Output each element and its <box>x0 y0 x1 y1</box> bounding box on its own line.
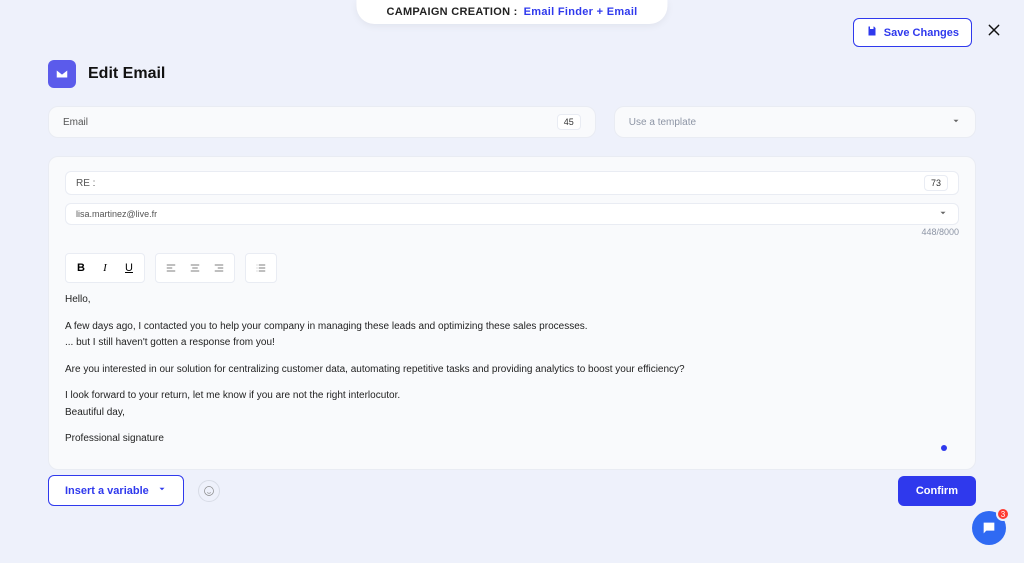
email-count-badge: 45 <box>557 114 581 130</box>
insert-variable-label: Insert a variable <box>65 485 149 497</box>
body-line: Beautiful day, <box>65 406 959 421</box>
underline-button[interactable]: U <box>118 257 140 279</box>
italic-button[interactable]: I <box>94 257 116 279</box>
subject-count-badge: 73 <box>924 175 948 191</box>
close-button[interactable] <box>982 18 1006 42</box>
body-line: I look forward to your return, let me kn… <box>65 389 959 404</box>
email-body[interactable]: Hello, A few days ago, I contacted you t… <box>65 293 959 447</box>
email-label: Email <box>63 117 88 128</box>
smile-icon <box>203 485 215 497</box>
campaign-name[interactable]: Email Finder + Email <box>524 6 638 18</box>
template-placeholder: Use a template <box>629 117 696 128</box>
chevron-down-icon <box>157 484 167 497</box>
from-select[interactable]: lisa.martinez@live.fr <box>65 203 959 225</box>
envelope-icon <box>48 60 76 88</box>
save-icon <box>866 25 878 40</box>
unsaved-indicator <box>941 445 947 451</box>
align-right-icon <box>212 262 226 274</box>
body-line: Professional signature <box>65 432 959 447</box>
intercom-launcher[interactable]: 3 <box>972 511 1006 545</box>
text-style-group: B I U <box>65 253 145 283</box>
subject-input[interactable]: RE : 73 <box>65 171 959 195</box>
emoji-button[interactable] <box>198 480 220 502</box>
list-group <box>245 253 277 283</box>
align-center-icon <box>188 262 202 274</box>
bullet-list-button[interactable] <box>250 257 272 279</box>
campaign-label: CAMPAIGN CREATION : <box>386 6 517 18</box>
chevron-down-icon <box>938 208 948 220</box>
email-card: Email 45 <box>48 106 596 138</box>
align-left-button[interactable] <box>160 257 182 279</box>
confirm-button[interactable]: Confirm <box>898 476 976 506</box>
save-label: Save Changes <box>884 27 959 39</box>
intercom-badge: 3 <box>996 507 1010 521</box>
format-toolbar: B I U <box>65 253 959 283</box>
align-right-button[interactable] <box>208 257 230 279</box>
campaign-pill: CAMPAIGN CREATION : Email Finder + Email <box>356 0 667 24</box>
template-select[interactable]: Use a template <box>614 106 976 138</box>
chevron-down-icon <box>951 113 961 131</box>
bold-button[interactable]: B <box>70 257 92 279</box>
from-address: lisa.martinez@live.fr <box>76 209 157 219</box>
align-group <box>155 253 235 283</box>
align-left-icon <box>164 262 178 274</box>
body-line: Hello, <box>65 293 959 308</box>
close-icon <box>986 22 1002 38</box>
footer-row: Insert a variable Confirm <box>48 475 976 506</box>
save-button[interactable]: Save Changes <box>853 18 972 47</box>
body-line: A few days ago, I contacted you to help … <box>65 320 959 335</box>
subject-prefix: RE : <box>76 178 95 189</box>
page-title: Edit Email <box>88 65 165 83</box>
bullet-list-icon <box>254 262 268 274</box>
align-center-button[interactable] <box>184 257 206 279</box>
editor-card: RE : 73 lisa.martinez@live.fr 448/8000 B… <box>48 156 976 470</box>
body-line: Are you interested in our solution for c… <box>65 363 959 378</box>
char-counter: 448/8000 <box>921 227 959 237</box>
insert-variable-button[interactable]: Insert a variable <box>48 475 184 506</box>
body-line: ... but I still haven't gotten a respons… <box>65 336 959 351</box>
chat-icon <box>981 520 997 536</box>
page-title-row: Edit Email <box>48 60 165 88</box>
